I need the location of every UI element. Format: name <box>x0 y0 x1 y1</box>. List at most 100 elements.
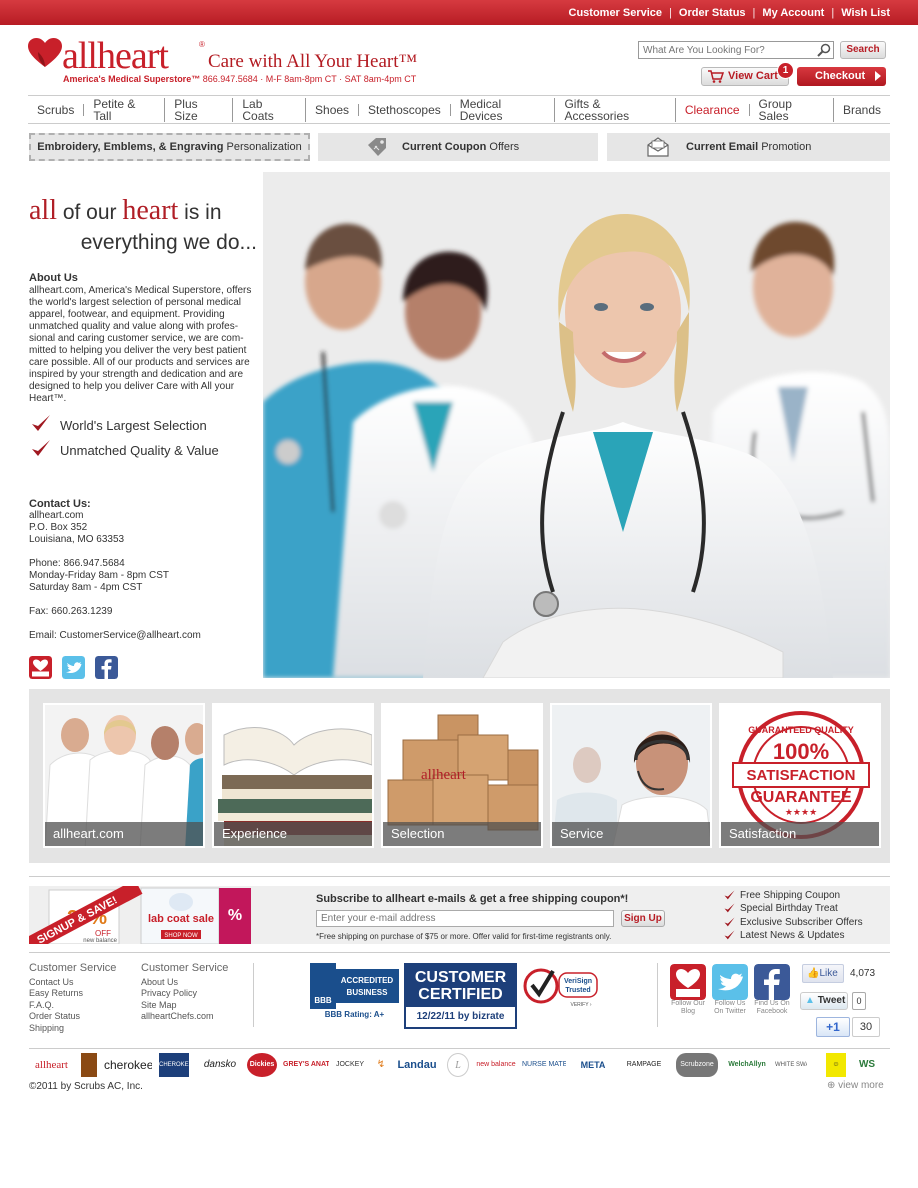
seal-satisfaction: SATISFACTION <box>747 767 856 784</box>
divider <box>253 963 254 1027</box>
tile-selection[interactable]: allheart Selection <box>381 703 543 848</box>
brand-logo-mark[interactable] <box>81 1053 97 1077</box>
footer-link-contact[interactable]: Contact Us <box>29 977 116 989</box>
bbb-rating: BBB Rating: A+ <box>324 1010 385 1019</box>
plus-circle-icon: ⊕ <box>827 1080 839 1091</box>
brand-nurse-mates[interactable]: NURSE MATES <box>522 1053 566 1077</box>
nav-gifts-accessories[interactable]: Gifts & Accessories <box>555 97 676 122</box>
checkout-button[interactable]: Checkout <box>797 67 886 86</box>
footer-link-order-status[interactable]: Order Status <box>29 1011 116 1023</box>
nav-group-sales[interactable]: Group Sales <box>750 97 834 122</box>
view-more-link[interactable]: ⊕ view more <box>827 1080 884 1091</box>
brand-greys-anatomy[interactable]: GREY'S ANATOMY <box>283 1053 329 1077</box>
search-button[interactable]: Search <box>840 41 886 59</box>
nav-lab-coats[interactable]: Lab Coats <box>233 97 307 122</box>
sign-up-button[interactable]: Sign Up <box>621 910 665 927</box>
facebook-like-button[interactable]: 👍Like <box>802 964 844 983</box>
brand-new-balance[interactable]: new balance <box>476 1053 516 1077</box>
brand-logos: allheart cherokee CHEROKEE dansko Dickie… <box>29 1053 890 1077</box>
tile-caption: Satisfaction <box>721 822 879 846</box>
footer-link-returns[interactable]: Easy Returns <box>29 988 116 1000</box>
footer-link-faq[interactable]: F.A.Q. <box>29 1000 116 1012</box>
brand-allheart[interactable]: allheart <box>29 1053 74 1077</box>
nav-petite-tall[interactable]: Petite & Tall <box>84 97 166 122</box>
banner-new-balance: new balance <box>83 938 117 944</box>
brand-ws[interactable]: WS <box>854 1053 880 1077</box>
brand-dickies[interactable]: Dickies <box>247 1053 277 1077</box>
tile-service[interactable]: Service <box>550 703 712 848</box>
tile-satisfaction[interactable]: GUARANTEED QUALITY 100% SATISFACTION GUA… <box>719 703 881 848</box>
personalization-promo[interactable]: Embroidery, Emblems, & Engraving Persona… <box>29 133 310 161</box>
signup-banner[interactable]: 25% OFF new balance lab coat sale SHOP N… <box>29 886 257 944</box>
twitter-icon[interactable] <box>62 656 85 679</box>
nav-stethoscopes[interactable]: Stethoscopes <box>359 103 451 116</box>
checkmark-icon <box>32 440 50 456</box>
nav-medical-devices[interactable]: Medical Devices <box>451 97 556 122</box>
google-plus-one-button[interactable]: +1 <box>816 1017 850 1037</box>
tweet-label: Tweet <box>817 995 846 1006</box>
brand-cherokee[interactable]: cherokee <box>104 1053 152 1077</box>
view-cart-button[interactable]: View Cart <box>701 67 789 86</box>
tweet-button[interactable]: ▲ Tweet <box>800 992 848 1010</box>
headline-line-1: all of our heart is in <box>29 196 257 228</box>
brand-white-swan[interactable]: WHITE SWAN <box>775 1053 807 1077</box>
search-icon[interactable] <box>817 43 831 57</box>
tile-experience[interactable]: Experience <box>212 703 374 848</box>
checkmark-icon <box>724 903 735 913</box>
headline-of-our: of our <box>57 201 123 224</box>
brand-logo-mark[interactable]: ☺ <box>826 1053 846 1077</box>
nav-shoes[interactable]: Shoes <box>306 103 360 116</box>
top-bar: Customer Service | Order Status | My Accou… <box>0 0 918 25</box>
hero-image[interactable] <box>263 172 890 678</box>
wish-list-link[interactable]: Wish List <box>841 7 890 19</box>
verisign-badge[interactable]: VeriSign Trusted VERIFY › <box>523 963 600 1009</box>
nav-brands[interactable]: Brands <box>834 104 890 116</box>
order-status-link[interactable]: Order Status <box>679 7 746 19</box>
coupon-promo[interactable]: Current Coupon Offers <box>318 133 598 161</box>
footer-col-about: Customer Service About Us Privacy Policy… <box>141 962 228 1023</box>
benefit-item: Latest News & Updates <box>724 929 863 942</box>
brand-logo-mark[interactable]: L <box>447 1053 469 1077</box>
about-title: About Us <box>29 272 78 284</box>
benefit-label: Exclusive Subscriber Offers <box>740 916 863 928</box>
allheart-logo[interactable]: allheart ® <box>28 35 208 77</box>
nav-plus-size[interactable]: Plus Size <box>165 97 234 122</box>
customer-service-link[interactable]: Customer Service <box>569 7 663 19</box>
footer-link-chefs[interactable]: allheartChefs.com <box>141 1011 228 1023</box>
email-input[interactable] <box>316 910 614 927</box>
nav-clearance[interactable]: Clearance <box>676 103 750 116</box>
footer-col-title: Customer Service <box>29 962 117 974</box>
brand-logo-mark[interactable]: ↯ <box>375 1053 387 1077</box>
view-cart-label: View Cart <box>728 70 778 82</box>
blog-icon[interactable] <box>29 656 52 679</box>
customer-certified-badge[interactable]: CUSTOMER CERTIFIED 12/22/11 by bizrate <box>404 963 517 1029</box>
email-promo[interactable]: Current Email Promotion <box>607 133 890 161</box>
arrow-right-icon <box>875 71 881 81</box>
contact-email[interactable]: Email: CustomerService@allheart.com <box>29 630 257 642</box>
brand-scrubzone[interactable]: Scrubzone <box>676 1053 718 1077</box>
footer-link-about[interactable]: About Us <box>141 977 228 989</box>
divider <box>29 952 890 953</box>
footer-link-shipping[interactable]: Shipping <box>29 1023 116 1035</box>
brand-jockey[interactable]: JOCKEY <box>335 1053 365 1077</box>
twitter-icon[interactable] <box>712 964 748 1000</box>
brand-welch-allyn[interactable]: WelchAllyn <box>725 1053 769 1077</box>
nav-scrubs[interactable]: Scrubs <box>28 103 85 116</box>
brand-rampage[interactable]: RAMPAGE <box>621 1053 667 1077</box>
facebook-icon[interactable] <box>754 964 790 1000</box>
tile-allheart[interactable]: allheart.com <box>43 703 205 848</box>
brand-meta[interactable]: META <box>572 1053 614 1077</box>
bbb-accredited-badge[interactable]: BBB ACCREDITED BUSINESS <box>310 963 399 1009</box>
brand-landau[interactable]: Landau <box>395 1053 439 1077</box>
coupon-tag-icon <box>368 138 386 156</box>
brand-cherokee-box[interactable]: CHEROKEE <box>159 1053 189 1077</box>
divider <box>657 963 658 1027</box>
brand-dansko[interactable]: dansko <box>199 1053 241 1077</box>
blog-icon[interactable] <box>670 964 706 1000</box>
footer-link-privacy[interactable]: Privacy Policy <box>141 988 228 1000</box>
my-account-link[interactable]: My Account <box>762 7 824 19</box>
banner-shop-now: SHOP NOW <box>164 933 198 939</box>
facebook-icon[interactable] <box>95 656 118 679</box>
footer-link-sitemap[interactable]: Site Map <box>141 1000 228 1012</box>
search-input[interactable] <box>638 41 834 59</box>
